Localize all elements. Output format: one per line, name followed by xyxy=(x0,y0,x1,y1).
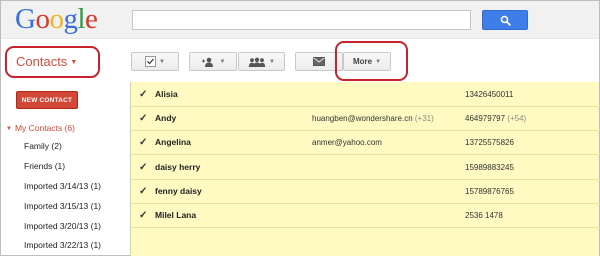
sidebar-item-imported-3-14-13[interactable]: Imported 3/14/13 (1) xyxy=(24,177,101,195)
annotation-circle-contacts xyxy=(5,46,100,78)
sidebar-item-imported-3-22-13[interactable]: Imported 3/22/13 (1) xyxy=(24,236,101,254)
contact-email: huangben@wondershare.cn (+31) xyxy=(312,114,434,123)
contact-phone: 15789876765 xyxy=(465,187,514,196)
row-checkbox[interactable]: ✓ xyxy=(139,211,149,221)
sidebar-item-imported-3-15-13[interactable]: Imported 3/15/13 (1) xyxy=(24,197,101,215)
select-button[interactable]: ▼ xyxy=(131,52,179,71)
contact-row[interactable]: ✓ Andy huangben@wondershare.cn (+31) 464… xyxy=(131,107,600,131)
contact-phone: 15989883245 xyxy=(465,163,514,172)
contacts-list: ✓ Alisia 13426450011 ✓ Andy huangben@won… xyxy=(130,82,600,256)
sidebar-item-friends[interactable]: Friends (1) xyxy=(24,157,65,175)
contact-name[interactable]: fenny daisy xyxy=(155,186,202,196)
search-input[interactable] xyxy=(132,10,471,30)
contact-phone: 13426450011 xyxy=(465,90,514,99)
add-to-group-button[interactable]: ▼ xyxy=(189,52,237,71)
contact-email: anmer@yahoo.com xyxy=(312,138,382,147)
contact-name[interactable]: Andy xyxy=(155,113,176,123)
sidebar-item-my-contacts[interactable]: ▼ My Contacts (6) xyxy=(6,119,75,137)
contact-row[interactable]: ✓ fenny daisy 15789876765 xyxy=(131,180,600,204)
google-logo[interactable]: Google xyxy=(15,4,98,34)
row-checkbox[interactable]: ✓ xyxy=(139,138,149,148)
contact-row[interactable]: ✓ Alisia 13426450011 xyxy=(131,83,600,107)
row-checkbox[interactable]: ✓ xyxy=(139,90,149,100)
contact-name[interactable]: daisy herry xyxy=(155,162,200,172)
expand-arrow-icon: ▼ xyxy=(6,126,12,132)
contact-row[interactable]: ✓ Milel Lana 2536 1478 xyxy=(131,204,600,228)
contact-phone: 2536 1478 xyxy=(465,211,503,220)
search-icon xyxy=(500,15,511,26)
contact-row[interactable]: ✓ Angelina anmer@yahoo.com 13725575826 xyxy=(131,131,600,155)
contact-row[interactable]: ✓ daisy herry 15989883245 xyxy=(131,156,600,180)
row-checkbox[interactable]: ✓ xyxy=(139,163,149,173)
chevron-down-icon: ▼ xyxy=(269,58,275,65)
chevron-down-icon: ▼ xyxy=(219,58,226,65)
sidebar-item-imported-3-20-13[interactable]: Imported 3/20/13 (1) xyxy=(24,217,101,235)
mail-icon xyxy=(313,57,325,66)
search-button[interactable] xyxy=(482,10,528,30)
contact-phone: 13725575826 xyxy=(465,138,514,147)
chevron-down-icon: ▼ xyxy=(159,58,165,65)
row-checkbox[interactable]: ✓ xyxy=(139,114,149,124)
row-checkbox[interactable]: ✓ xyxy=(139,187,149,197)
contact-name[interactable]: Milel Lana xyxy=(155,210,196,220)
group-icon xyxy=(248,57,266,67)
header-bar: Google xyxy=(1,1,599,39)
annotation-circle-more xyxy=(335,41,408,81)
contact-name[interactable]: Angelina xyxy=(155,137,191,147)
contact-name[interactable]: Alisia xyxy=(155,89,178,99)
sidebar-item-family[interactable]: Family (2) xyxy=(24,137,62,155)
groups-button[interactable]: ▼ xyxy=(238,52,285,71)
contact-phone: 464979797 (+54) xyxy=(465,114,527,123)
checkbox-icon xyxy=(145,56,157,67)
new-contact-button[interactable]: NEW CONTACT xyxy=(16,91,78,109)
add-person-icon xyxy=(201,57,213,67)
